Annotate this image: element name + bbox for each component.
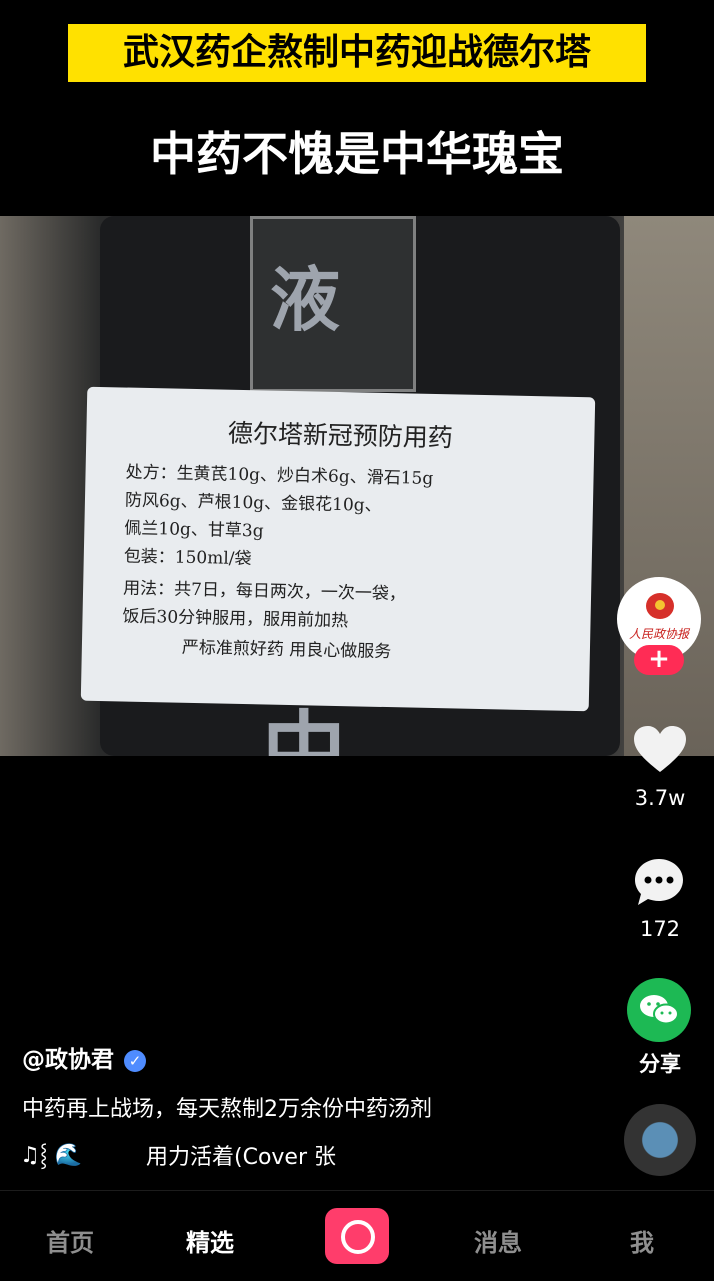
label-line: 包装：150ml/袋 [123, 546, 252, 570]
bottom-navigation: 首页 精选 消息 我 [0, 1190, 714, 1281]
label-line: 饭后30分钟服用，服用前加热 [122, 606, 349, 632]
follow-button[interactable]: + [634, 645, 684, 675]
label-line: 佩兰10g、甘草3g [124, 518, 264, 542]
music-row[interactable]: ♫⸾ 🌊 用力活着(Cover 张 [20, 1139, 336, 1170]
verified-badge-icon: ✓ [124, 1049, 146, 1072]
nav-messages[interactable]: 消息 [474, 1223, 522, 1258]
comment-icon[interactable] [632, 856, 686, 908]
label-line: 处方：生黄芪10g、炒白术6g、滑石15g [125, 462, 434, 489]
music-disc-icon[interactable] [624, 1104, 696, 1176]
video-frame[interactable]: 液 中 德尔塔新冠预防用药 处方：生黄芪10g、炒白术6g、滑石15g 防风6g… [0, 216, 714, 756]
username[interactable]: @政协君 ✓ [22, 1040, 146, 1074]
nav-me[interactable]: 我 [630, 1223, 654, 1258]
comments-count: 172 [639, 917, 681, 941]
label-line: 严标准煎好药 用良心做服务 [181, 637, 392, 663]
video-subheadline: 中药不愧是中华瑰宝 [150, 127, 564, 181]
label-title: 德尔塔新冠预防用药 [227, 418, 454, 453]
username-text[interactable]: @政协君 [22, 1047, 114, 1073]
label-line: 防风6g、芦根10g、金银花10g、 [124, 490, 382, 516]
cardboard-box [624, 216, 714, 756]
wechat-share-icon[interactable] [627, 978, 691, 1042]
medicine-label: 德尔塔新冠预防用药 处方：生黄芪10g、炒白术6g、滑石15g 防风6g、芦根1… [80, 386, 596, 712]
bag-character-top: 液 [270, 258, 340, 341]
share-label: 分享 [639, 1052, 681, 1076]
record-icon [341, 1220, 375, 1254]
avatar-masthead: 人民政协报 [628, 627, 689, 641]
likes-count: 3.7w [634, 786, 686, 810]
music-note-icon: ♫⸾ 🌊 [20, 1143, 82, 1168]
like-heart-icon[interactable] [632, 724, 688, 774]
nav-featured[interactable]: 精选 [186, 1223, 234, 1258]
emblem-icon [646, 593, 674, 619]
video-headline-banner: 武汉药企熬制中药迎战德尔塔 [68, 24, 646, 82]
label-line: 用法：共7日，每日两次，一次一袋， [122, 578, 407, 605]
post-caption: 中药再上战场，每天熬制2万余份中药汤剂 [22, 1097, 432, 1122]
record-button[interactable] [325, 1208, 389, 1264]
song-title[interactable]: 用力活着(Cover 张 [146, 1139, 372, 1171]
nav-home[interactable]: 首页 [46, 1223, 94, 1258]
